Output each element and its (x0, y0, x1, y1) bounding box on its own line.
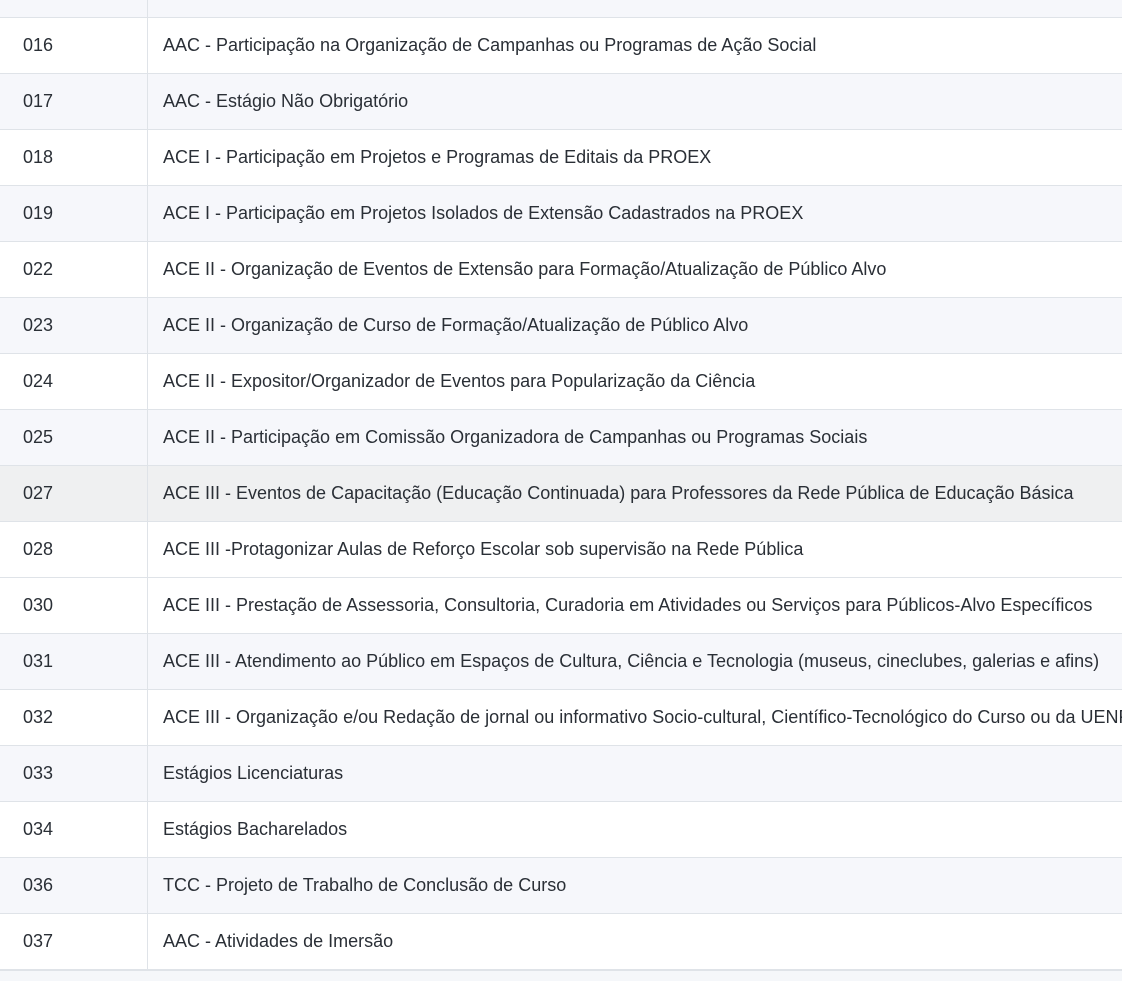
description-cell: ACE III - Organização e/ou Redação de jo… (163, 707, 1122, 727)
description-cell: ACE III - Atendimento ao Público em Espa… (163, 651, 1100, 671)
code-cell: 025 (0, 410, 148, 465)
description-cell: Estágios Licenciaturas (163, 763, 344, 783)
description-cell: ACE III -Protagonizar Aulas de Reforço E… (163, 539, 804, 559)
activities-table: 016 AAC - Participação na Organização de… (0, 0, 1122, 970)
table-row[interactable]: 028 ACE III -Protagonizar Aulas de Refor… (0, 522, 1122, 578)
table-row-partial (0, 0, 1122, 18)
code-cell (0, 0, 148, 17)
table-row[interactable]: 018 ACE I - Participação em Projetos e P… (0, 130, 1122, 186)
code-cell: 037 (0, 914, 148, 969)
description-cell (148, 0, 1122, 17)
table-row[interactable]: 017 AAC - Estágio Não Obrigatório (0, 74, 1122, 130)
code-cell: 019 (0, 186, 148, 241)
code-cell: 032 (0, 690, 148, 745)
table-row[interactable]: 030 ACE III - Prestação de Assessoria, C… (0, 578, 1122, 634)
code-cell: 016 (0, 18, 148, 73)
description-cell: TCC - Projeto de Trabalho de Conclusão d… (163, 875, 567, 895)
table-row[interactable]: 019 ACE I - Participação em Projetos Iso… (0, 186, 1122, 242)
code-cell: 034 (0, 802, 148, 857)
code-cell: 023 (0, 298, 148, 353)
table-row[interactable]: 036 TCC - Projeto de Trabalho de Conclus… (0, 858, 1122, 914)
code-cell: 028 (0, 522, 148, 577)
description-cell: Estágios Bacharelados (163, 819, 348, 839)
table-row[interactable]: 022 ACE II - Organização de Eventos de E… (0, 242, 1122, 298)
description-cell: AAC - Participação na Organização de Cam… (163, 35, 817, 55)
table-row[interactable]: 016 AAC - Participação na Organização de… (0, 18, 1122, 74)
table-row[interactable]: 024 ACE II - Expositor/Organizador de Ev… (0, 354, 1122, 410)
description-cell: ACE II - Expositor/Organizador de Evento… (163, 371, 756, 391)
code-cell: 030 (0, 578, 148, 633)
description-cell: ACE III - Eventos de Capacitação (Educaç… (163, 483, 1074, 503)
table-row[interactable]: 023 ACE II - Organização de Curso de For… (0, 298, 1122, 354)
description-cell: ACE I - Participação em Projetos e Progr… (163, 147, 712, 167)
description-cell: ACE III - Prestação de Assessoria, Consu… (163, 595, 1093, 615)
table-row[interactable]: 034 Estágios Bacharelados (0, 802, 1122, 858)
table-row-hovered[interactable]: 027 ACE III - Eventos de Capacitação (Ed… (0, 466, 1122, 522)
table-row[interactable]: 025 ACE II - Participação em Comissão Or… (0, 410, 1122, 466)
table-row[interactable]: 031 ACE III - Atendimento ao Público em … (0, 634, 1122, 690)
code-cell: 017 (0, 74, 148, 129)
description-cell: ACE II - Participação em Comissão Organi… (163, 427, 868, 447)
code-cell: 024 (0, 354, 148, 409)
description-cell: ACE I - Participação em Projetos Isolado… (163, 203, 804, 223)
code-cell: 018 (0, 130, 148, 185)
description-cell: AAC - Atividades de Imersão (163, 931, 394, 951)
description-cell: ACE II - Organização de Curso de Formaçã… (163, 315, 749, 335)
table-row[interactable]: 037 AAC - Atividades de Imersão (0, 914, 1122, 970)
code-cell: 027 (0, 466, 148, 521)
description-cell: AAC - Estágio Não Obrigatório (163, 91, 409, 111)
code-cell: 036 (0, 858, 148, 913)
code-cell: 033 (0, 746, 148, 801)
code-cell: 022 (0, 242, 148, 297)
table-row[interactable]: 032 ACE III - Organização e/ou Redação d… (0, 690, 1122, 746)
code-cell: 031 (0, 634, 148, 689)
table-row[interactable]: 033 Estágios Licenciaturas (0, 746, 1122, 802)
table-footer-divider (0, 970, 1122, 981)
description-cell: ACE II - Organização de Eventos de Exten… (163, 259, 887, 279)
